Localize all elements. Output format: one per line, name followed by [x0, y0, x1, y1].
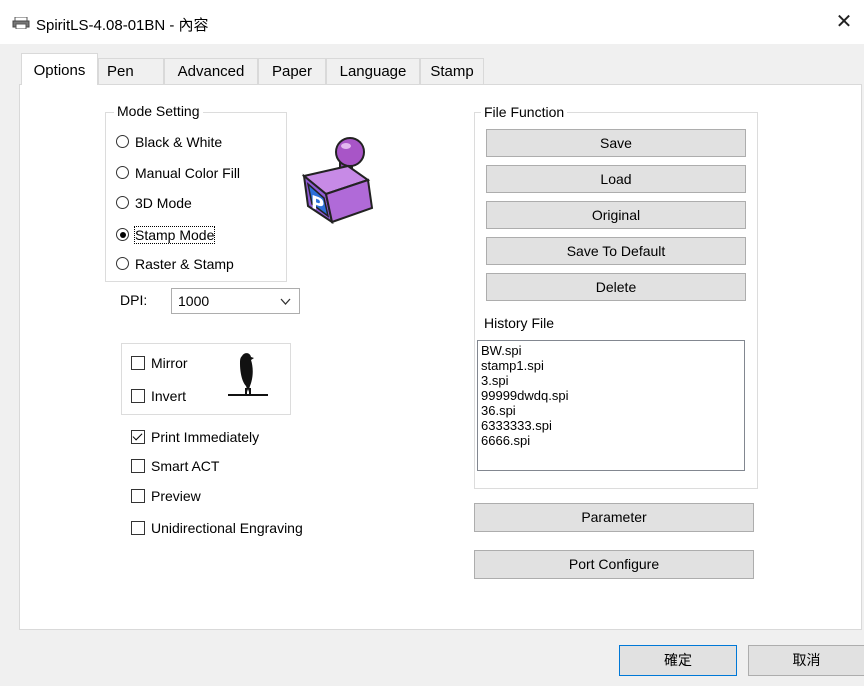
- window-title: SpiritLS-4.08-01BN - 內容: [36, 17, 209, 34]
- bird-icon: [228, 353, 268, 396]
- list-item[interactable]: 6666.spi: [481, 433, 741, 448]
- history-file-label: History File: [484, 315, 555, 331]
- print-immediately-checkbox[interactable]: Print Immediately: [131, 428, 259, 446]
- checkbox[interactable]: [131, 459, 145, 473]
- checkbox[interactable]: [131, 489, 145, 503]
- list-item[interactable]: stamp1.spi: [481, 358, 741, 373]
- dpi-select[interactable]: 1000: [171, 288, 300, 314]
- stamp-icon: P: [301, 137, 374, 224]
- checkbox[interactable]: [131, 389, 145, 403]
- list-item[interactable]: 36.spi: [481, 403, 741, 418]
- dpi-value: 1000: [178, 293, 210, 309]
- radio-raster-stamp[interactable]: Raster & Stamp: [116, 255, 234, 273]
- tab-paper[interactable]: Paper: [258, 58, 326, 84]
- tab-pen[interactable]: Pen: [98, 58, 164, 84]
- list-item[interactable]: 3.spi: [481, 373, 741, 388]
- radio-manual-color-fill[interactable]: Manual Color Fill: [116, 164, 240, 182]
- list-item[interactable]: 99999dwdq.spi: [481, 388, 741, 403]
- save-button[interactable]: Save: [486, 129, 746, 157]
- smart-act-checkbox[interactable]: Smart ACT: [131, 457, 219, 475]
- checkbox-label: Unidirectional Engraving: [151, 520, 303, 536]
- radio-button[interactable]: [116, 228, 129, 241]
- checkbox-label: Mirror: [151, 355, 188, 371]
- list-item[interactable]: BW.spi: [481, 343, 741, 358]
- mirror-checkbox[interactable]: Mirror: [131, 354, 188, 372]
- dpi-label: DPI:: [120, 292, 148, 308]
- tab-advanced[interactable]: Advanced: [164, 58, 258, 84]
- checkbox-label: Print Immediately: [151, 429, 260, 445]
- load-button[interactable]: Load: [486, 165, 746, 193]
- radio-label: Manual Color Fill: [135, 165, 241, 181]
- tab-stamp[interactable]: Stamp: [420, 58, 484, 84]
- chevron-down-icon: [280, 298, 291, 305]
- radio-label: Raster & Stamp: [135, 256, 234, 272]
- history-file-list[interactable]: BW.spi stamp1.spi 3.spi 99999dwdq.spi 36…: [477, 340, 745, 471]
- parameter-button[interactable]: Parameter: [474, 503, 754, 532]
- checkbox-label: Invert: [151, 388, 187, 404]
- radio-label: Stamp Mode: [133, 226, 216, 244]
- original-button[interactable]: Original: [486, 201, 746, 229]
- file-function-legend: File Function: [481, 104, 568, 120]
- radio-button[interactable]: [116, 166, 129, 179]
- invert-checkbox[interactable]: Invert: [131, 387, 186, 405]
- mode-setting-legend: Mode Setting: [114, 103, 203, 119]
- preview-checkbox[interactable]: Preview: [131, 487, 201, 505]
- checkbox-label: Smart ACT: [151, 458, 220, 474]
- svg-text:P: P: [311, 192, 324, 217]
- radio-label: 3D Mode: [135, 195, 192, 211]
- checkbox[interactable]: [131, 521, 145, 535]
- unidirectional-engraving-checkbox[interactable]: Unidirectional Engraving: [131, 519, 303, 537]
- tab-options[interactable]: Options: [21, 53, 98, 85]
- tab-language[interactable]: Language: [326, 58, 420, 84]
- delete-button[interactable]: Delete: [486, 273, 746, 301]
- checkbox[interactable]: [131, 430, 145, 444]
- printer-icon: [12, 17, 30, 29]
- radio-button[interactable]: [116, 196, 129, 209]
- radio-button[interactable]: [116, 257, 129, 270]
- ok-button[interactable]: 確定: [619, 645, 737, 676]
- radio-button[interactable]: [116, 135, 129, 148]
- radio-label: Black & White: [135, 134, 223, 150]
- radio-3d-mode[interactable]: 3D Mode: [116, 194, 192, 212]
- checkbox[interactable]: [131, 356, 145, 370]
- cancel-button[interactable]: 取消: [748, 645, 864, 676]
- list-item[interactable]: 6333333.spi: [481, 418, 741, 433]
- radio-black-white[interactable]: Black & White: [116, 133, 222, 151]
- checkbox-label: Preview: [151, 488, 201, 504]
- radio-stamp-mode[interactable]: Stamp Mode: [116, 226, 216, 244]
- save-to-default-button[interactable]: Save To Default: [486, 237, 746, 265]
- close-icon[interactable]: ✕: [832, 10, 856, 34]
- port-configure-button[interactable]: Port Configure: [474, 550, 754, 579]
